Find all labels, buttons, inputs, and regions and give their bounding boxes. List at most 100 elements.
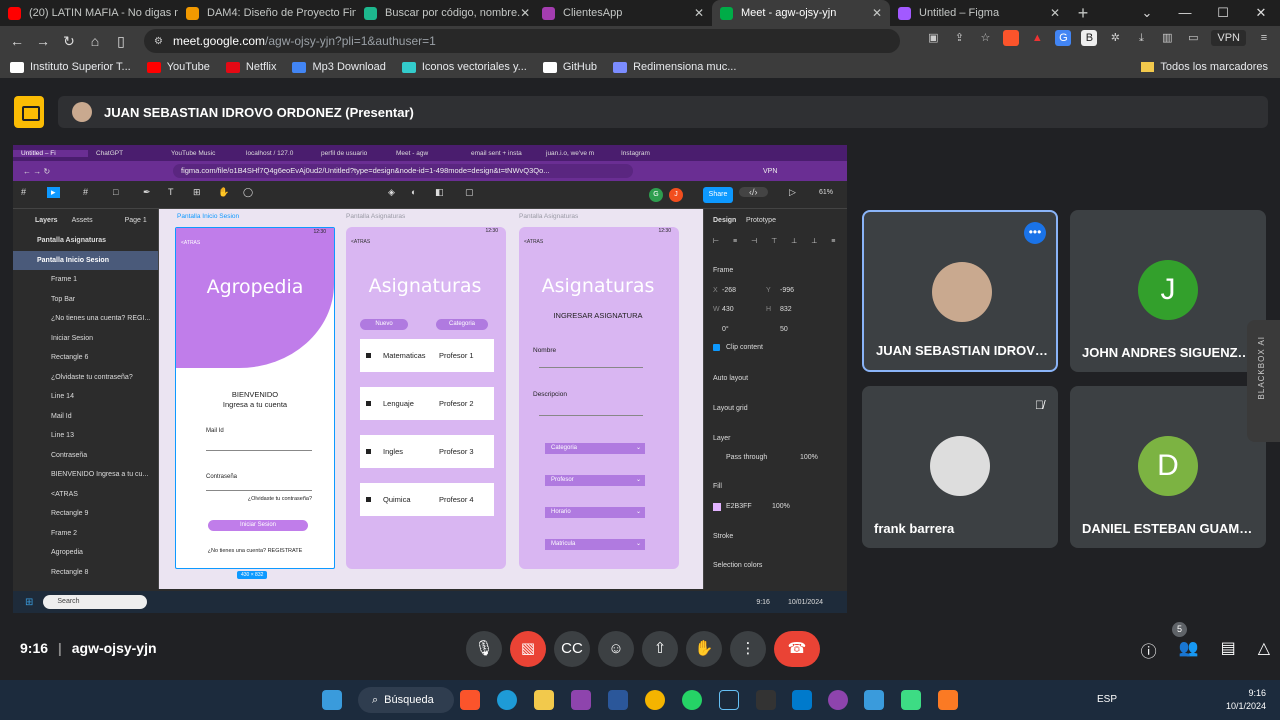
word-icon[interactable] (608, 690, 628, 710)
camera-off-button[interactable]: ▧ (510, 631, 546, 667)
new-tab-button[interactable]: + (1068, 3, 1098, 24)
extensions-icon[interactable]: ✲ (1107, 30, 1123, 46)
blackbox-ai-sidebar[interactable]: BLACKBOX AI (1247, 320, 1280, 442)
info-icon[interactable]: ⓘ (1141, 638, 1157, 662)
microphone-button[interactable]: 🎙 (466, 631, 502, 667)
fill-hex[interactable]: E2B3FF (726, 503, 752, 510)
more-options-button[interactable]: ⋮ (730, 631, 766, 667)
vpn-button[interactable]: VPN (1211, 30, 1246, 46)
translate-icon[interactable]: G (1055, 30, 1072, 46)
bookmark-item[interactable]: YouTube (146, 61, 210, 73)
epic-icon[interactable] (756, 690, 776, 710)
windows-start-icon[interactable] (322, 690, 342, 710)
close-tab-icon[interactable]: ✕ (872, 6, 882, 20)
move-tool-icon[interactable]: ▸ (47, 187, 60, 198)
bookmark-item[interactable]: Mp3 Download (292, 61, 386, 73)
assets-tab[interactable]: Assets (72, 217, 93, 224)
people-icon[interactable]: 👥 (1179, 638, 1199, 662)
prototype-tab[interactable]: Prototype (746, 217, 776, 224)
xampp-icon[interactable] (938, 690, 958, 710)
tab-search-icon[interactable]: ⌄ (1128, 0, 1166, 26)
zoom-level[interactable]: 61% (819, 189, 833, 196)
participant-tile[interactable]: JUAN SEBASTIAN IDROVO O... ••• (862, 210, 1058, 372)
pen-tool-icon[interactable]: ✒ (143, 187, 151, 198)
github-icon[interactable] (828, 690, 848, 710)
figma-menu-icon[interactable]: # (21, 187, 26, 197)
comment-tool-icon[interactable]: ◯ (243, 187, 253, 198)
wallet-icon[interactable]: ▭ (1185, 30, 1201, 46)
share-icon[interactable]: ⇪ (951, 30, 967, 46)
chat-icon[interactable]: ▤ (1221, 638, 1236, 662)
layer-item[interactable]: Agropedia (13, 543, 158, 563)
close-tab-icon[interactable]: ✕ (694, 6, 704, 20)
layer-item[interactable]: Rectangle 8 (13, 563, 158, 583)
rotation-value[interactable]: 0° (722, 326, 729, 333)
layer-item[interactable]: ¿No tienes una cuenta? REGI... (13, 309, 158, 329)
close-tab-icon[interactable]: ✕ (1050, 6, 1060, 20)
layer-item[interactable]: Rectangle 6 (13, 348, 158, 368)
browser-tab[interactable]: Untitled – Figma ✕ (890, 0, 1068, 26)
blend-mode-select[interactable]: Pass through (726, 454, 767, 461)
crop-icon[interactable]: ▢ (465, 187, 474, 198)
windows-search[interactable]: ⌕ Búsqueda (358, 687, 454, 713)
bookmark-item[interactable]: Redimensiona muc... (613, 61, 736, 73)
y-value[interactable]: -996 (780, 287, 794, 294)
download-icon[interactable]: ⤓ (1133, 30, 1149, 46)
captions-button[interactable]: CC (554, 631, 590, 667)
layer-item[interactable]: Top Bar (13, 290, 158, 310)
participant-tile[interactable]: J JOHN ANDRES SIGUENZA PA... (1070, 210, 1266, 372)
frame-tool-icon[interactable]: # (83, 187, 88, 197)
layers-tab[interactable]: Layers (35, 217, 58, 224)
close-tab-icon[interactable]: ✕ (520, 6, 530, 20)
more-options-icon[interactable]: ••• (1024, 222, 1046, 244)
brave-rewards-icon[interactable]: ▲ (1029, 30, 1045, 46)
layer-item[interactable]: <ATRAS (13, 485, 158, 505)
brave-icon[interactable] (460, 690, 480, 710)
page-selector[interactable]: Page 1 (125, 217, 147, 224)
dev-mode-toggle[interactable]: ‹/› (739, 187, 768, 197)
whatsapp-icon[interactable] (682, 690, 702, 710)
azure-icon[interactable] (864, 690, 884, 710)
activities-icon[interactable]: △ (1258, 638, 1270, 662)
x-value[interactable]: -268 (722, 287, 736, 294)
resources-icon[interactable]: ⊞ (193, 187, 201, 198)
clip-content-checkbox[interactable] (713, 344, 720, 351)
bookmark-icon[interactable]: ▯ (108, 33, 134, 50)
camera-icon[interactable]: ▣ (925, 30, 941, 46)
minimize-button[interactable]: — (1166, 0, 1204, 26)
figma-canvas[interactable]: Pantalla Inicio Sesion Pantalla Asignatu… (159, 209, 703, 589)
fill-opacity[interactable]: 100% (772, 503, 790, 510)
present-icon[interactable] (14, 96, 44, 128)
home-icon[interactable]: ⌂ (82, 33, 108, 49)
play-icon[interactable]: ▷ (789, 187, 796, 198)
edge-icon[interactable] (497, 690, 517, 710)
site-info-icon[interactable]: ⚙ (154, 36, 163, 47)
layer-item[interactable]: Pantalla Inicio Sesion (13, 250, 158, 270)
component-icon[interactable]: ◈ (388, 187, 395, 198)
browser-tab[interactable]: Buscar por código, nombre. ✕ (356, 0, 534, 26)
h-value[interactable]: 832 (780, 306, 792, 313)
address-bar[interactable]: ⚙ meet.google.com/agw-ojsy-yjn?pli=1&aut… (144, 29, 900, 53)
brave-shield-icon[interactable] (1003, 30, 1020, 46)
mask-icon[interactable]: ◐ (411, 187, 416, 197)
back-arrow-icon[interactable]: ← (4, 33, 30, 49)
present-screen-button[interactable]: ⇧ (642, 631, 678, 667)
layer-item[interactable]: ¿Olvidaste tu contraseña? (13, 368, 158, 388)
boolean-icon[interactable]: ◧ (435, 187, 444, 198)
vscode-icon[interactable] (792, 690, 812, 710)
layer-item[interactable]: Frame 1 (13, 270, 158, 290)
browser-tab[interactable]: ClientesApp ✕ (534, 0, 712, 26)
extension-b-icon[interactable]: B (1081, 30, 1098, 46)
sidebar-icon[interactable]: ▥ (1159, 30, 1175, 46)
reload-icon[interactable]: ↻ (56, 33, 82, 50)
browser-tab[interactable]: DAM4: Diseño de Proyecto Final✕ (178, 0, 356, 26)
participant-tile[interactable]: D DANIEL ESTEBAN GUAMAN L... (1070, 386, 1266, 548)
bookmark-item[interactable]: Netflix (225, 61, 276, 73)
layer-item[interactable]: Contraseña (13, 446, 158, 466)
explorer-icon[interactable] (534, 690, 554, 710)
layer-opacity[interactable]: 100% (800, 454, 818, 461)
emoji-button[interactable]: ☺ (598, 631, 634, 667)
participant-tile[interactable]: frank barrera 🎙̸ (862, 386, 1058, 548)
layer-item[interactable]: Mail Id (13, 407, 158, 427)
layer-item[interactable]: Line 13 (13, 426, 158, 446)
